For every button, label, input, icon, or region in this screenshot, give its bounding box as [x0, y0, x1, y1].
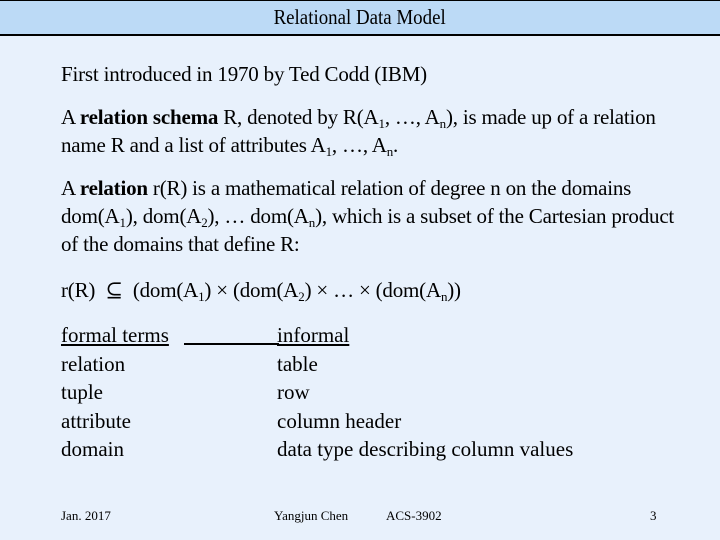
slide-title: Relational Data Model: [273, 5, 447, 29]
header-informal: informal: [277, 323, 350, 347]
table-row: relation table: [61, 351, 318, 376]
terms-header-row: formal terms informal: [61, 321, 573, 350]
table-row: tuple row: [61, 380, 310, 404]
subset-symbol: ⊆: [105, 278, 123, 302]
footer-course: ACS-3902: [386, 508, 442, 523]
slide-title-bar: Relational Data Model: [0, 0, 720, 36]
footer-date: Jan. 2017: [61, 508, 111, 523]
term-relation: relation: [79, 176, 148, 200]
footer-page-number: 3: [650, 508, 657, 523]
intro-text: First introduced in 1970 by Ted Codd (IB…: [61, 62, 427, 86]
terms-table: formal terms informal relation table tup…: [61, 321, 573, 464]
header-formal-terms: formal terms: [61, 321, 279, 350]
term-relation-schema: relation schema: [79, 105, 219, 129]
table-row: attribute column header: [61, 408, 402, 433]
header-underline: [184, 343, 279, 345]
relation-paragraph: A relation r(R) is a mathematical relati…: [61, 176, 675, 256]
subset-formula: r(R) ⊆ (dom(A1) × (dom(A2) × … × (dom(An…: [61, 278, 461, 304]
table-row: domain data type describing column value…: [61, 437, 574, 461]
footer-author: Yangjun Chen: [274, 508, 349, 523]
relation-schema-paragraph: A relation schema R, denoted by R(A1, …,…: [61, 105, 656, 159]
